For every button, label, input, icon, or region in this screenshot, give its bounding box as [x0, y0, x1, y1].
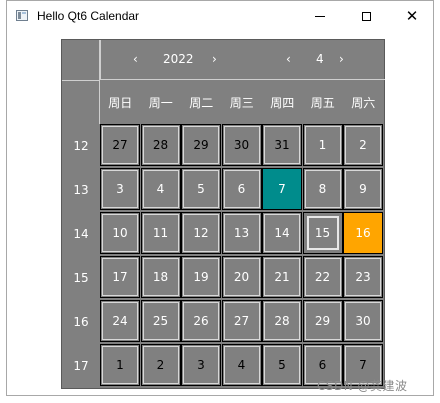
weekday-header: 周五 — [310, 96, 335, 110]
day-cell[interactable]: 29 — [302, 300, 343, 342]
title-bar[interactable]: Hello Qt6 Calendar ✕ — [7, 1, 433, 31]
app-icon — [16, 10, 28, 21]
day-cell[interactable]: 21 — [262, 256, 302, 298]
calendar-navigation-bar: ‹ 2022 › ‹ 4 › — [100, 40, 385, 80]
month-label[interactable]: 4 — [316, 52, 324, 66]
weekday-header: 周四 — [270, 96, 295, 110]
day-cell[interactable]: 18 — [140, 256, 181, 298]
weekday-header: 周六 — [351, 96, 376, 110]
next-year-button[interactable]: › — [212, 52, 217, 66]
week-number: 17 — [73, 359, 89, 373]
day-cell[interactable]: 30 — [343, 300, 383, 342]
day-cell[interactable]: 5 — [262, 344, 302, 386]
day-cell[interactable]: 8 — [302, 168, 343, 210]
day-cell[interactable]: 27 — [221, 300, 262, 342]
weekday-header: 周一 — [148, 96, 173, 110]
day-cell[interactable]: 28 — [262, 300, 302, 342]
day-cell[interactable]: 27 — [100, 124, 140, 166]
day-cell[interactable]: 9 — [343, 168, 383, 210]
minimize-icon — [315, 15, 325, 17]
prev-year-button[interactable]: ‹ — [133, 52, 138, 66]
week-number: 16 — [73, 315, 89, 329]
day-cell[interactable]: 6 — [221, 168, 262, 210]
day-cell[interactable]: 13 — [221, 212, 262, 254]
day-cell[interactable]: 12 — [181, 212, 221, 254]
minimize-button[interactable] — [297, 1, 343, 31]
day-cell[interactable]: 16 — [343, 212, 383, 254]
day-cell[interactable]: 5 — [181, 168, 221, 210]
weekday-header: 周日 — [108, 96, 133, 110]
day-cell[interactable]: 22 — [302, 256, 343, 298]
window-title: Hello Qt6 Calendar — [37, 9, 140, 23]
day-cell[interactable]: 30 — [221, 124, 262, 166]
week-number: 15 — [73, 271, 89, 285]
maximize-button[interactable] — [343, 1, 389, 31]
day-cell[interactable]: 19 — [181, 256, 221, 298]
next-month-button[interactable]: › — [339, 52, 344, 66]
day-cell[interactable]: 17 — [100, 256, 140, 298]
day-cell[interactable]: 1 — [100, 344, 140, 386]
maximize-icon — [361, 11, 371, 21]
day-cell[interactable]: 15 — [302, 212, 343, 254]
weekday-header: 周三 — [229, 96, 254, 110]
week-number: 12 — [73, 139, 89, 153]
day-cell[interactable]: 4 — [221, 344, 262, 386]
day-cell[interactable]: 7 — [262, 168, 302, 210]
close-icon: ✕ — [405, 6, 419, 25]
week-number: 13 — [73, 183, 89, 197]
header-corner — [62, 40, 100, 124]
prev-month-button[interactable]: ‹ — [286, 52, 291, 66]
watermark-text: CSDN @龚建波 — [317, 379, 408, 393]
weekday-header: 周二 — [189, 96, 214, 110]
day-cell[interactable]: 25 — [140, 300, 181, 342]
day-cell[interactable]: 23 — [343, 256, 383, 298]
day-cell[interactable]: 31 — [262, 124, 302, 166]
close-button[interactable]: ✕ — [389, 1, 435, 31]
year-label[interactable]: 2022 — [163, 52, 194, 66]
day-cell[interactable]: 2 — [343, 124, 383, 166]
day-cell[interactable]: 2 — [140, 344, 181, 386]
day-cell[interactable]: 28 — [140, 124, 181, 166]
app-window: Hello Qt6 Calendar ✕ ‹ 2022 › ‹ 4 › 周日 周一… — [6, 0, 434, 396]
day-cell[interactable]: 11 — [140, 212, 181, 254]
day-cell[interactable]: 29 — [181, 124, 221, 166]
week-number: 14 — [73, 227, 89, 241]
day-cell[interactable]: 3 — [100, 168, 140, 210]
day-cell[interactable]: 1 — [302, 124, 343, 166]
day-cell[interactable]: 24 — [100, 300, 140, 342]
calendar-widget: ‹ 2022 › ‹ 4 › 周日 周一 周二 周三 周四 周五 周六 12 13 14 15 16… — [61, 39, 385, 389]
day-cell[interactable]: 14 — [262, 212, 302, 254]
day-cell[interactable]: 3 — [181, 344, 221, 386]
day-cell[interactable]: 10 — [100, 212, 140, 254]
day-cell[interactable]: 4 — [140, 168, 181, 210]
day-cell[interactable]: 26 — [181, 300, 221, 342]
day-cell[interactable]: 20 — [221, 256, 262, 298]
